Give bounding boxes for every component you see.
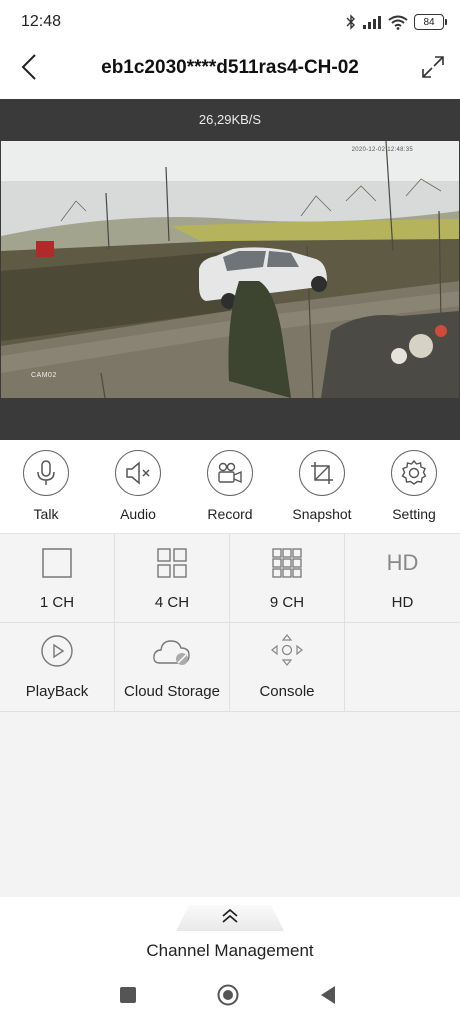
camera-feed[interactable]: 2020-12-02 12:48:35 CAM02 — [1, 141, 459, 398]
setting-label: Setting — [392, 506, 436, 522]
microphone-icon — [23, 450, 69, 496]
device-title: eb1c2030****d511ras4-CH-02 — [101, 57, 359, 78]
grid-hd-label: HD — [391, 594, 414, 611]
grid-playback-label: PlayBack — [25, 683, 89, 700]
grid-console-label: Console — [259, 683, 315, 700]
signal-icon — [362, 15, 382, 29]
four-grid-icon — [115, 534, 229, 578]
fullscreen-icon — [420, 54, 446, 85]
empty-area — [0, 712, 460, 897]
gear-icon — [391, 450, 437, 496]
bitrate-readout: 26,29KB/S — [198, 112, 262, 127]
double-chevron-up-icon — [221, 908, 239, 929]
back-arrow-icon — [20, 53, 38, 86]
setting-button[interactable]: Setting — [374, 450, 454, 522]
record-label: Record — [207, 506, 253, 522]
video-area[interactable]: 26,29KB/S 2020-12-02 12:48:35 CAM02 — [0, 99, 460, 440]
single-square-icon — [0, 534, 114, 578]
channel-drawer-handle[interactable] — [176, 905, 284, 931]
channel-management-label[interactable]: Channel Management — [0, 941, 460, 961]
home-circle-icon — [217, 984, 239, 1011]
bluetooth-icon — [346, 14, 356, 30]
hd-icon-text: HD — [386, 550, 419, 575]
back-nav-button[interactable] — [316, 985, 340, 1009]
grid-cloud-storage-label: Cloud Storage — [124, 683, 220, 700]
camera-label: CAM02 — [31, 372, 57, 379]
video-timestamp: 2020-12-02 12:48:35 — [351, 147, 413, 153]
audio-label: Audio — [120, 506, 156, 522]
battery-level: 84 — [423, 16, 435, 28]
home-button[interactable] — [216, 984, 240, 1011]
grid-cloud-storage[interactable]: Cloud Storage — [115, 623, 230, 712]
bottom-panel: Channel Management — [0, 897, 460, 1024]
grid-4ch[interactable]: 4 CH — [115, 534, 230, 623]
fullscreen-button[interactable] — [418, 54, 448, 84]
nine-grid-icon — [230, 534, 344, 578]
grid-empty-cell — [345, 623, 460, 712]
crop-icon — [299, 450, 345, 496]
wifi-icon — [388, 15, 408, 30]
play-circle-icon — [0, 623, 114, 667]
action-bar: Talk Audio Record Snapshot Setting — [0, 440, 460, 534]
snapshot-label: Snapshot — [292, 506, 352, 522]
square-icon — [120, 986, 136, 1008]
grid-9ch[interactable]: 9 CH — [230, 534, 345, 623]
audio-button[interactable]: Audio — [98, 450, 178, 522]
grid-1ch[interactable]: 1 CH — [0, 534, 115, 623]
speaker-muted-icon — [115, 450, 161, 496]
grid-9ch-label: 9 CH — [269, 594, 305, 611]
status-bar: 12:48 84 — [0, 0, 460, 44]
grid-hd[interactable]: HD HD — [345, 534, 460, 623]
system-nav-bar — [0, 979, 460, 1015]
function-grid: 1 CH 4 CH 9 CH HD HD PlayBack Cloud Stor… — [0, 534, 460, 712]
status-time: 12:48 — [21, 13, 62, 30]
status-icons: 84 — [346, 12, 447, 32]
talk-label: Talk — [33, 506, 59, 522]
hd-icon: HD — [345, 534, 460, 578]
back-button[interactable] — [14, 53, 44, 86]
grid-1ch-label: 1 CH — [39, 594, 75, 611]
grid-4ch-label: 4 CH — [154, 594, 190, 611]
snapshot-button[interactable]: Snapshot — [282, 450, 362, 522]
record-button[interactable]: Record — [190, 450, 270, 522]
video-camera-icon — [207, 450, 253, 496]
recent-apps-button[interactable] — [116, 985, 140, 1009]
talk-button[interactable]: Talk — [6, 450, 86, 522]
grid-console[interactable]: Console — [230, 623, 345, 712]
battery-icon: 84 — [414, 14, 447, 30]
grid-playback[interactable]: PlayBack — [0, 623, 115, 712]
app-header: eb1c2030****d511ras4-CH-02 — [0, 44, 460, 98]
directional-pad-icon — [230, 623, 344, 667]
camera-scene — [1, 141, 459, 398]
back-triangle-icon — [320, 985, 336, 1009]
cloud-icon — [115, 623, 229, 667]
